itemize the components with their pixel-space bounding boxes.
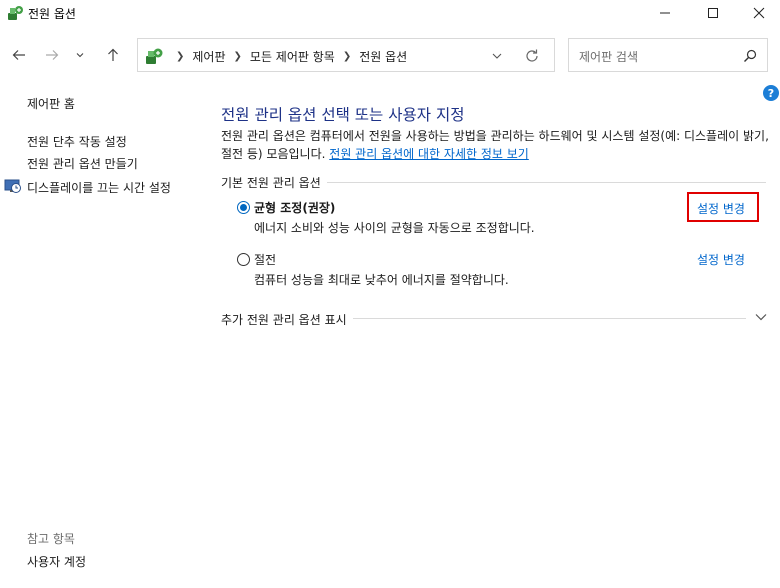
- chevron-right-icon[interactable]: ❯: [234, 51, 242, 62]
- search-placeholder: 제어판 검색: [579, 50, 639, 64]
- back-button[interactable]: [7, 44, 31, 66]
- navigation-bar: ❯ 제어판 ❯ 모든 제어판 항목 ❯ 전원 옵션 제어판 검색: [0, 36, 780, 74]
- dropdown-icon[interactable]: [490, 49, 504, 63]
- window-title: 전원 옵션: [28, 7, 76, 21]
- chevron-down-icon[interactable]: [754, 312, 768, 322]
- power-saver-plan-name[interactable]: 절전: [254, 251, 276, 268]
- breadcrumb-control-panel[interactable]: 제어판: [192, 48, 225, 65]
- back-arrow-icon: [12, 50, 25, 60]
- breadcrumb-power-options[interactable]: 전원 옵션: [359, 48, 407, 65]
- recent-locations-icon: [76, 53, 84, 58]
- chevron-right-icon: ❯: [176, 51, 185, 62]
- close-icon: [753, 7, 765, 19]
- chevron-right-icon[interactable]: ❯: [343, 51, 351, 62]
- minimize-button[interactable]: [642, 0, 688, 26]
- maximize-icon: [708, 8, 718, 18]
- minimize-icon: [660, 12, 670, 14]
- search-icon[interactable]: [743, 49, 757, 63]
- up-arrow-icon: [108, 48, 118, 61]
- page-title: 전원 관리 옵션 선택 또는 사용자 지정: [221, 106, 465, 124]
- refresh-icon[interactable]: [524, 48, 540, 64]
- user-accounts-link[interactable]: 사용자 계정: [27, 553, 86, 570]
- control-panel-home-link[interactable]: 제어판 홈: [27, 95, 75, 112]
- power-button-settings-link[interactable]: 전원 단추 작동 설정: [27, 133, 127, 150]
- show-additional-plans-label[interactable]: 추가 전원 관리 옵션 표시: [221, 311, 353, 328]
- close-button[interactable]: [736, 0, 780, 26]
- search-box[interactable]: 제어판 검색: [568, 38, 768, 72]
- breadcrumb: ❯ 제어판 ❯ 모든 제어판 항목 ❯ 전원 옵션: [168, 48, 407, 65]
- power-saver-change-settings-link[interactable]: 설정 변경: [697, 251, 745, 268]
- address-bar[interactable]: ❯ 제어판 ❯ 모든 제어판 항목 ❯ 전원 옵션: [137, 38, 555, 72]
- up-button[interactable]: [101, 44, 125, 66]
- breadcrumb-all-control-panel-items[interactable]: 모든 제어판 항목: [250, 48, 335, 65]
- control-panel-icon: [146, 48, 163, 64]
- power-options-icon: [8, 6, 23, 20]
- page-description: 전원 관리 옵션은 컴퓨터에서 전원을 사용하는 방법을 관리하는 하드웨어 및…: [221, 127, 771, 163]
- recent-locations-button[interactable]: [72, 44, 88, 66]
- display-clock-icon: [4, 179, 21, 193]
- help-icon[interactable]: ?: [763, 85, 779, 101]
- see-also-heading: 참고 항목: [27, 532, 75, 546]
- maximize-button[interactable]: [690, 0, 736, 26]
- balanced-change-settings-link[interactable]: 설정 변경: [697, 200, 745, 217]
- power-saver-plan-description: 컴퓨터 성능을 최대로 낮추어 에너지를 절약합니다.: [254, 273, 509, 287]
- balanced-plan-radio[interactable]: [237, 201, 250, 214]
- balanced-plan-description: 에너지 소비와 성능 사이의 균형을 자동으로 조정합니다.: [254, 221, 535, 235]
- forward-button[interactable]: [40, 44, 64, 66]
- section-heading: 기본 전원 관리 옵션: [221, 174, 327, 191]
- power-saver-plan-radio[interactable]: [237, 253, 250, 266]
- balanced-plan-name[interactable]: 균형 조정(권장): [254, 199, 335, 216]
- title-bar: 전원 옵션: [0, 0, 780, 26]
- display-off-time-link[interactable]: 디스플레이를 끄는 시간 설정: [27, 179, 171, 196]
- forward-arrow-icon: [46, 50, 59, 60]
- create-power-plan-link[interactable]: 전원 관리 옵션 만들기: [27, 155, 138, 172]
- more-info-link[interactable]: 전원 관리 옵션에 대한 자세한 정보 보기: [329, 147, 529, 161]
